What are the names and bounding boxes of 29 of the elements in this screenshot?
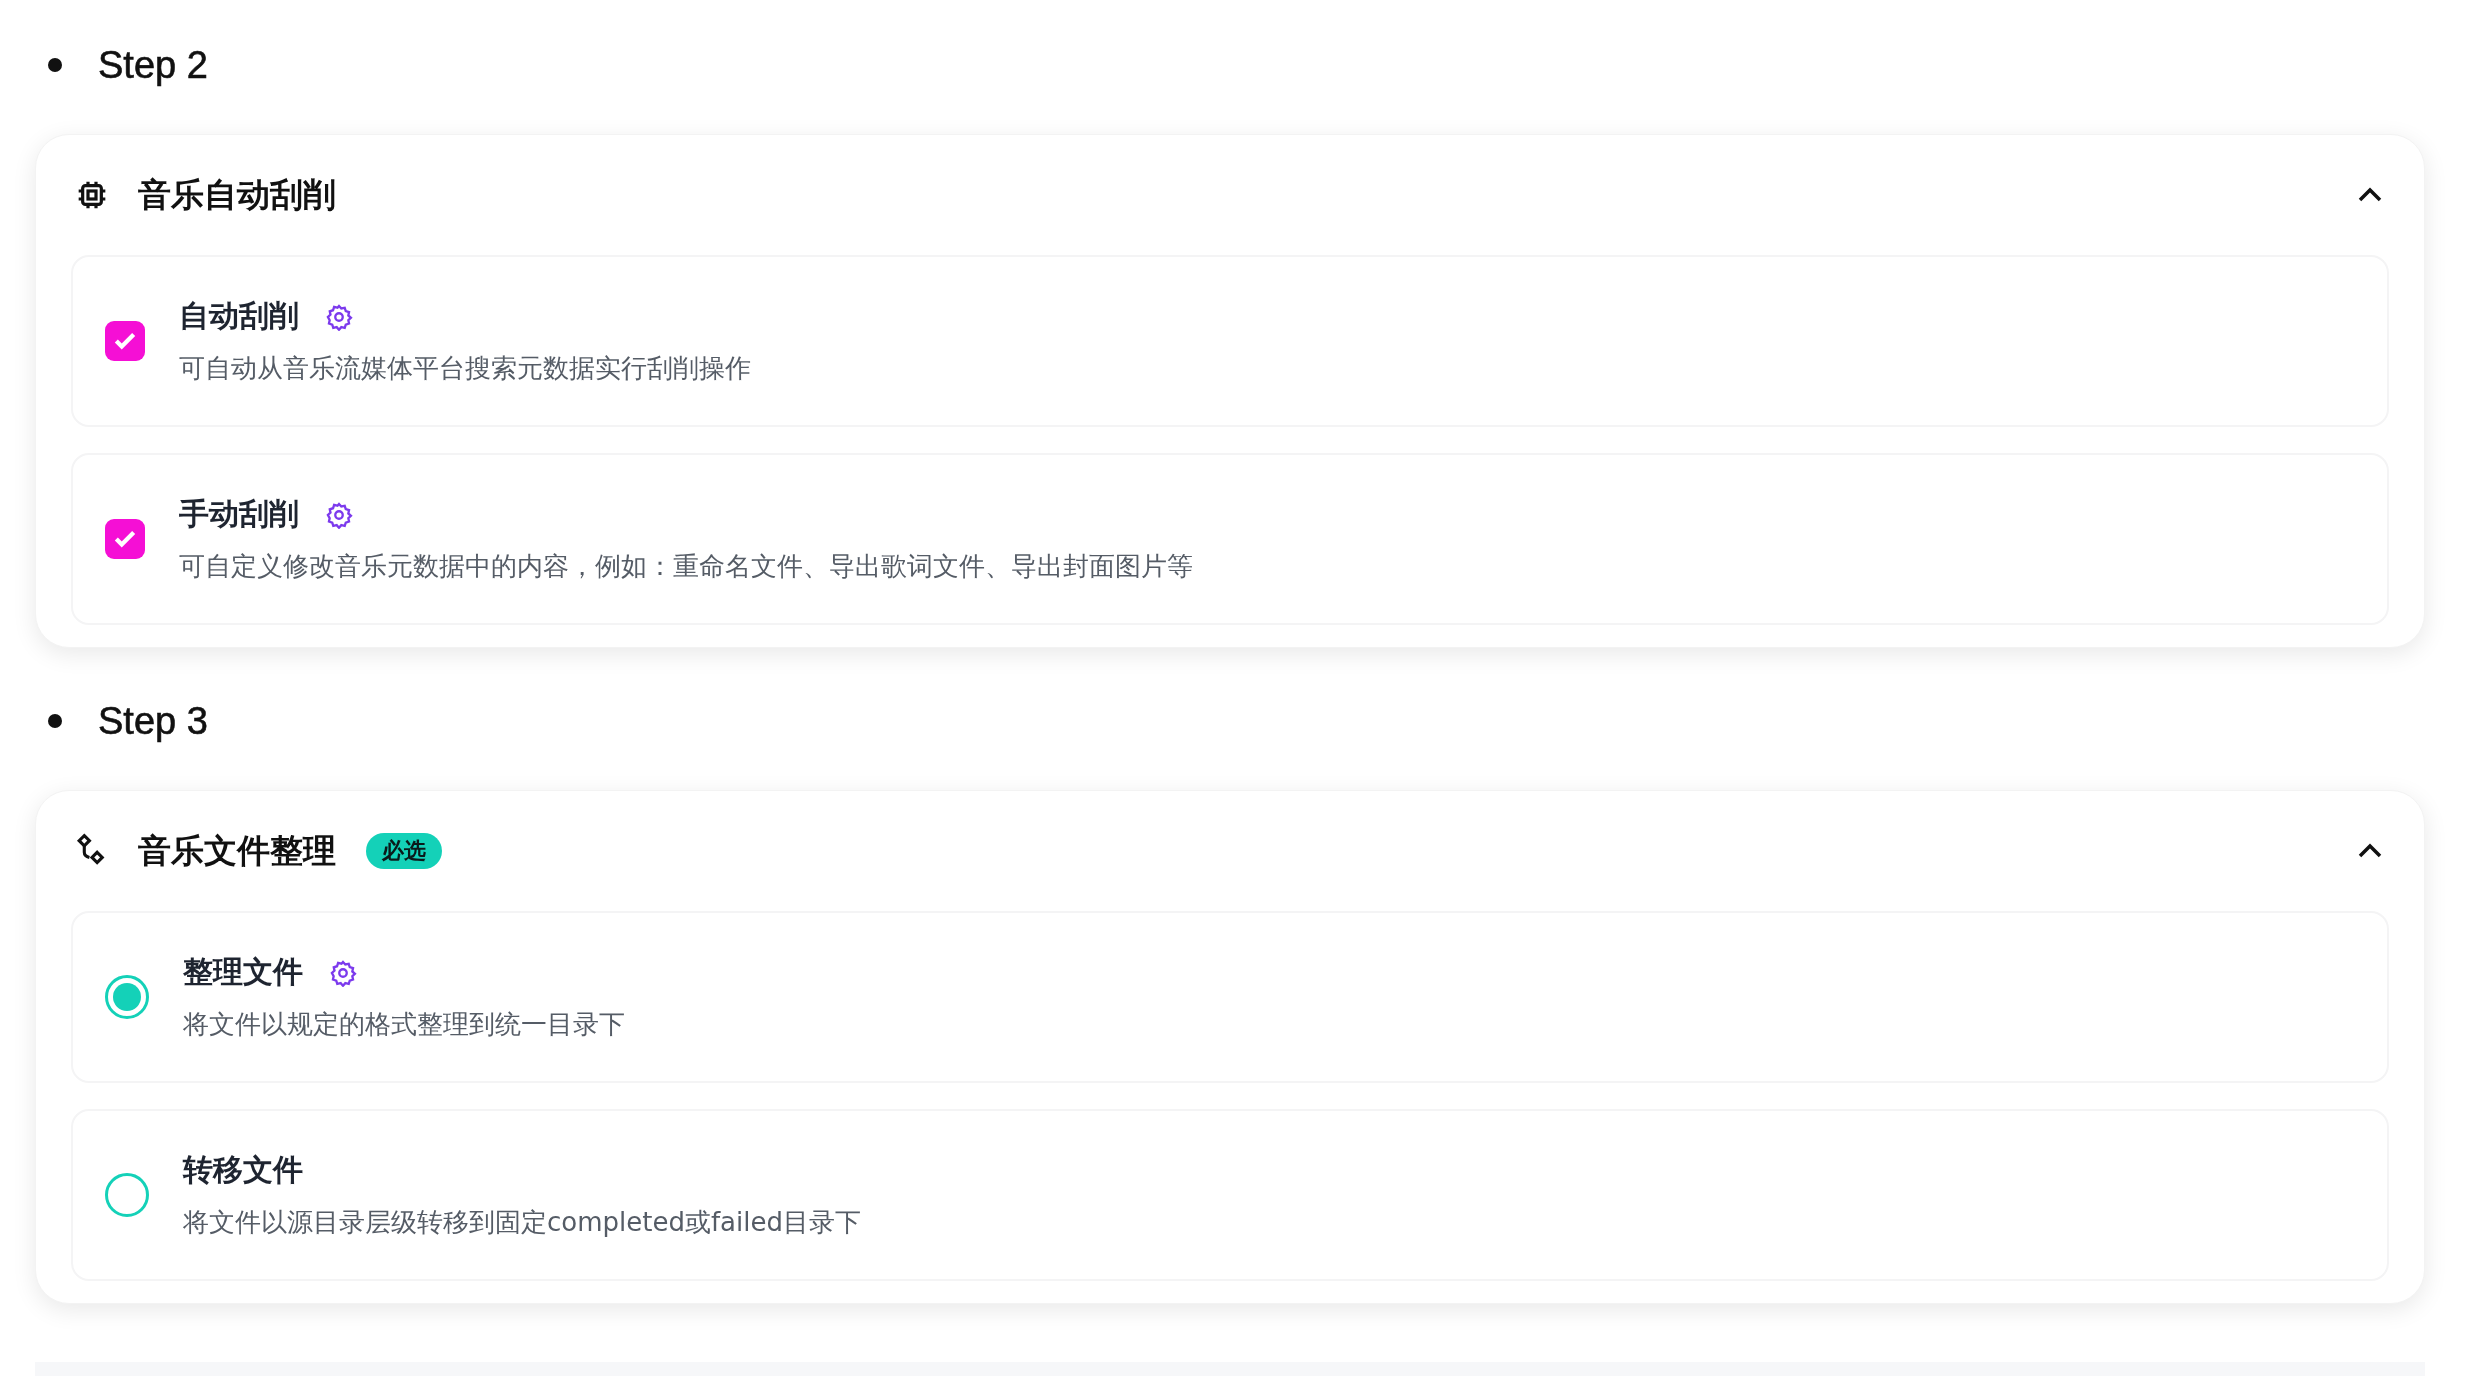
required-badge: 必选: [366, 833, 442, 869]
option-title: 手动刮削: [179, 495, 299, 533]
option-card[interactable]: 手动刮削 可自定义修改音乐元数据中的内容，例如：重命名文件、导出歌词文件、导出封面图片等: [71, 453, 2389, 625]
chevron-icon[interactable]: [2357, 843, 2383, 859]
section-title: 音乐文件整理: [138, 829, 336, 872]
step-heading: Step 2: [98, 43, 208, 87]
option-description: 将文件以规定的格式整理到统一目录下: [183, 1008, 625, 1041]
section-title: 音乐自动刮削: [138, 173, 336, 216]
bullet: [48, 714, 62, 728]
radio-button[interactable]: [105, 1173, 149, 1217]
settings-icon[interactable]: [325, 302, 353, 331]
option-description: 可自定义修改音乐元数据中的内容，例如：重命名文件、导出歌词文件、导出封面图片等: [179, 550, 1193, 583]
radio-button[interactable]: [105, 975, 149, 1019]
option-card[interactable]: 整理文件 将文件以规定的格式整理到统一目录下: [71, 911, 2389, 1083]
option-title: 自动刮削: [179, 297, 299, 335]
settings-icon[interactable]: [325, 500, 353, 529]
step-heading: Step 3: [98, 699, 208, 743]
option-title: 整理文件: [183, 953, 303, 991]
option-description: 将文件以源目录层级转移到固定completed或failed目录下: [183, 1206, 861, 1239]
bullet: [48, 58, 62, 72]
option-description: 可自动从音乐流媒体平台搜索元数据实行刮削操作: [179, 352, 751, 385]
chip-icon: [76, 179, 108, 211]
option-card[interactable]: 转移文件 将文件以源目录层级转移到固定completed或failed目录下: [71, 1109, 2389, 1281]
chevron-icon[interactable]: [2357, 187, 2383, 203]
settings-icon[interactable]: [329, 958, 357, 987]
option-title: 转移文件: [183, 1151, 303, 1189]
checkbox[interactable]: [105, 321, 145, 361]
checkbox[interactable]: [105, 519, 145, 559]
option-card[interactable]: 自动刮削 可自动从音乐流媒体平台搜索元数据实行刮削操作: [71, 255, 2389, 427]
